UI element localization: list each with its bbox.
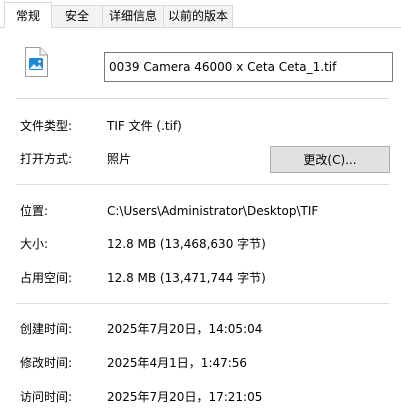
opens-with-value: 照片 xyxy=(107,152,132,166)
separator xyxy=(16,98,389,99)
file-name-field[interactable] xyxy=(104,52,393,82)
size-value: 12.8 MB (13,468,630 字节) xyxy=(107,237,266,251)
modified-value: 2025年4月1日，1:47:56 xyxy=(107,356,248,370)
accessed-value: 2025年7月20日，17:21:05 xyxy=(107,390,263,404)
location-label: 位置: xyxy=(20,204,49,218)
tab-general[interactable]: 常规 xyxy=(4,2,52,28)
size-on-disk-label: 占用空间: xyxy=(20,271,73,285)
opens-with-label: 打开方式: xyxy=(20,152,73,166)
location-value: C:\Users\Administrator\Desktop\TIF xyxy=(107,204,319,218)
tab-bar-divider xyxy=(0,27,401,28)
created-label: 创建时间: xyxy=(20,322,73,336)
modified-label: 修改时间: xyxy=(20,356,73,370)
tab-previous-versions[interactable]: 以前的版本 xyxy=(163,5,233,27)
change-button[interactable]: 更改(C)... xyxy=(270,146,390,173)
separator xyxy=(16,303,389,304)
separator xyxy=(16,184,389,185)
tab-bar: 常规 安全 详细信息 以前的版本 xyxy=(0,0,401,28)
size-label: 大小: xyxy=(20,237,49,251)
created-value: 2025年7月20日，14:05:04 xyxy=(107,322,263,336)
size-on-disk-value: 12.8 MB (13,471,744 字节) xyxy=(107,271,266,285)
image-file-icon xyxy=(25,47,48,77)
file-type-value: TIF 文件 (.tif) xyxy=(107,119,182,133)
accessed-label: 访问时间: xyxy=(20,390,73,404)
tab-security[interactable]: 安全 xyxy=(51,5,103,27)
tab-details[interactable]: 详细信息 xyxy=(102,5,164,27)
file-type-label: 文件类型: xyxy=(20,119,73,133)
